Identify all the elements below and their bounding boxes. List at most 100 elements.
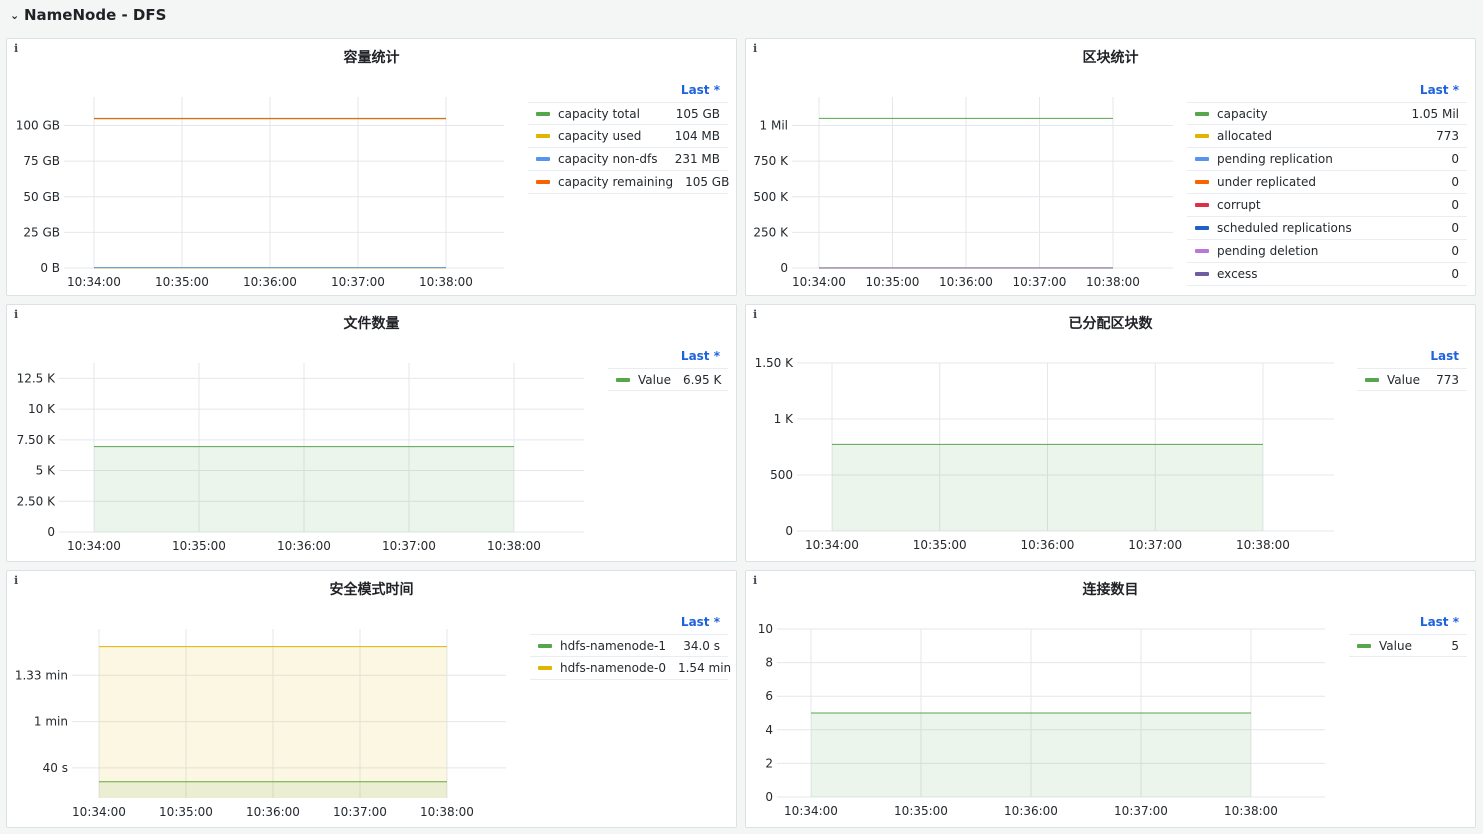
y-tick-label: 7.50 K (17, 433, 57, 447)
legend-last-value: 104 MB (674, 129, 720, 143)
legend-series-name: excess (1217, 267, 1258, 281)
y-tick-label: 25 GB (23, 225, 60, 239)
y-tick-label: 75 GB (23, 154, 60, 168)
panel-safemode-time[interactable]: i 安全模式时间 40 s1 min 1.33 min 10:34:00 10:35:… (6, 570, 737, 828)
legend-last-value: 0 (1451, 175, 1459, 189)
y-tick-label: 10 K (28, 402, 56, 416)
y-tick-label: 8 (765, 656, 773, 670)
legend-item[interactable]: corrupt 0 (1187, 194, 1467, 217)
legend-item[interactable]: under replicated 0 (1187, 171, 1467, 194)
y-tick-label: 250 K (753, 225, 789, 239)
legend-swatch (536, 134, 550, 138)
legend-last-value: 105 GB (675, 106, 720, 121)
panel-file-count[interactable]: i 文件数量 0 2.50 K5 K 7.50 K 10 K 12.5 K 10:34:0… (6, 304, 737, 562)
legend-item[interactable]: Value 5 (1349, 634, 1467, 657)
legend-item[interactable]: excess 0 (1187, 263, 1467, 286)
legend-sort-last[interactable]: Last * (530, 614, 728, 634)
x-tick-label: 10:36:00 (246, 805, 300, 819)
legend-swatch (1195, 134, 1209, 138)
legend-item[interactable]: capacity non-dfs 231 MB (528, 148, 728, 171)
panel-allocated-blocks[interactable]: i 已分配区块数 0 500 1 K 1.50 K 10:34:00 10:35:00 10… (745, 304, 1476, 562)
x-tick-label: 10:35:00 (866, 275, 920, 289)
legend-last-value: 0 (1451, 152, 1459, 166)
legend-series-name: Value (1387, 372, 1420, 387)
panel-block-stats[interactable]: i 区块统计 0 250 K 500 K 750 K1 Mil 10:34:00 10:3… (745, 38, 1476, 296)
legend-item[interactable]: scheduled replications 0 (1187, 217, 1467, 240)
legend-last-value: 0 (1451, 244, 1459, 258)
y-tick-label: 1 Mil (760, 119, 788, 133)
x-tick-label: 10:35:00 (159, 805, 213, 819)
legend-sort-last[interactable]: Last * (1187, 82, 1467, 102)
y-tick-label: 6 (765, 689, 773, 703)
x-tick-label: 10:37:00 (1013, 275, 1067, 289)
legend-series-name: allocated (1217, 129, 1273, 143)
legend-sort-last[interactable]: Last * (608, 348, 728, 368)
legend-item[interactable]: hdfs-namenode-0 1.54 min (530, 657, 731, 680)
x-tick-label: 10:36:00 (1021, 538, 1075, 552)
row-title: NameNode - DFS (24, 6, 167, 24)
legend-item[interactable]: hdfs-namenode-1 34.0 s (530, 634, 728, 657)
y-tick-label: 1.50 K (755, 356, 795, 370)
row-header-namenode-dfs[interactable]: ⌄ NameNode - DFS (10, 5, 166, 25)
legend: Last Value 773 (1357, 348, 1467, 391)
legend-item[interactable]: capacity total 105 GB (528, 102, 728, 125)
series-area-0 (811, 713, 1251, 797)
legend-last-value: 773 (1436, 129, 1459, 143)
y-tick-label: 0 (785, 524, 793, 538)
legend-swatch (1195, 272, 1209, 276)
legend-item[interactable]: capacity remaining 105 GB (528, 171, 729, 194)
legend-item[interactable]: allocated 773 (1187, 125, 1467, 148)
series-area-1 (99, 646, 447, 798)
legend-swatch (1195, 111, 1209, 116)
legend-swatch (536, 157, 550, 161)
legend-series-name: pending replication (1217, 152, 1333, 166)
legend-sort-last[interactable]: Last * (528, 82, 728, 102)
legend-item[interactable]: Value 773 (1357, 368, 1467, 391)
legend-series-name: hdfs-namenode-1 (560, 638, 666, 653)
x-tick-label: 10:34:00 (67, 275, 121, 289)
y-tick-label: 1.33 min (15, 668, 68, 682)
x-tick-label: 10:34:00 (805, 538, 859, 552)
legend-swatch (538, 643, 552, 648)
y-tick-label: 12.5 K (17, 371, 57, 385)
x-tick-label: 10:36:00 (243, 275, 297, 289)
x-tick-label: 10:34:00 (784, 804, 838, 818)
legend-series-name: Value (638, 372, 671, 387)
series-area-0 (832, 444, 1263, 531)
legend-item[interactable]: pending deletion 0 (1187, 240, 1467, 263)
x-tick-label: 10:35:00 (913, 538, 967, 552)
chart-connections: 0 2 4 6 8 10 10:34:00 10:35:00 10:36:00 10:37:00 1… (758, 622, 1325, 818)
legend-item[interactable]: capacity 1.05 Mil (1187, 102, 1467, 125)
x-tick-label: 10:38:00 (420, 805, 474, 819)
legend-swatch (1195, 203, 1209, 207)
legend-item[interactable]: capacity used 104 MB (528, 125, 728, 148)
legend-swatch (536, 180, 550, 184)
legend-last-value: 0 (1451, 267, 1459, 281)
y-tick-label: 1 min (34, 715, 68, 729)
legend-last-value: 0 (1451, 221, 1459, 235)
legend-series-name: corrupt (1217, 198, 1261, 212)
x-tick-label: 10:37:00 (331, 275, 385, 289)
x-tick-label: 10:38:00 (419, 275, 473, 289)
legend-item[interactable]: Value 6.95 K (608, 368, 728, 391)
y-tick-label: 0 (765, 790, 773, 804)
chart-file-count: 0 2.50 K 5 K 7.50 K 10 K 12.5 K 10:34:00 10:35:… (17, 363, 584, 553)
panel-connections[interactable]: i 连接数目 0 2 4 6 8 10 10:34:00 10:35:00 10:36:00 10… (745, 570, 1476, 828)
legend-sort-last[interactable]: Last (1357, 348, 1467, 368)
legend-item[interactable]: pending replication 0 (1187, 148, 1467, 171)
legend-series-name: hdfs-namenode-0 (560, 661, 666, 675)
legend-series-name: capacity (1217, 106, 1268, 121)
y-tick-label: 0 (780, 261, 788, 275)
x-tick-label: 10:36:00 (1004, 804, 1058, 818)
y-tick-label: 0 (47, 525, 55, 539)
chevron-down-icon: ⌄ (10, 8, 20, 22)
legend-sort-last[interactable]: Last * (1349, 614, 1467, 634)
legend-series-name: capacity non-dfs (558, 152, 658, 166)
x-tick-label: 10:36:00 (939, 275, 993, 289)
legend-swatch (1195, 249, 1209, 253)
x-tick-label: 10:34:00 (67, 539, 121, 553)
legend-last-value: 1.05 Mil (1411, 106, 1459, 121)
panel-capacity-stats[interactable]: i 容量统计 0 B 25 GB 50 GB 75 GB 100 GB 10:34:00 1… (6, 38, 737, 296)
legend: Last * capacity total 105 GB capacity used… (528, 82, 729, 194)
legend-series-name: Value (1379, 638, 1412, 653)
